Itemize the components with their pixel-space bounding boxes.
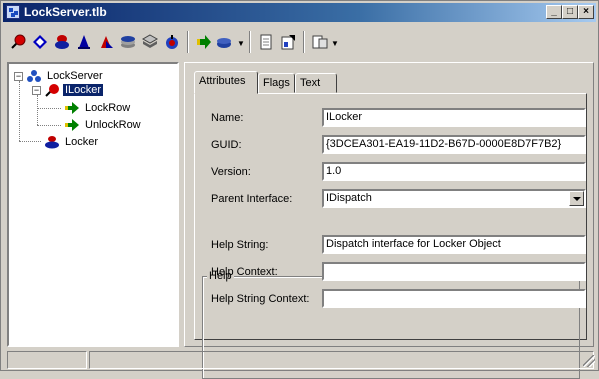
help-string-label: Help String: — [211, 239, 269, 251]
tree-guide — [19, 81, 20, 141]
help-string-context-label: Help String Context: — [211, 293, 310, 305]
view-icon — [312, 35, 328, 49]
tree-guide — [19, 141, 41, 142]
interface-icon — [11, 34, 26, 49]
typelib-icon — [27, 70, 41, 82]
properties-pane: Attributes Flags Text Name: ILocker GUID… — [184, 62, 594, 379]
parent-interface-select[interactable]: IDispatch — [322, 189, 586, 208]
status-pane-1 — [7, 351, 87, 369]
status-pane-2 — [89, 351, 594, 369]
main-window: LockServer.tlb _ □ × ▼ ▼ − LockServer − … — [0, 0, 599, 379]
tree-item-label: Locker — [65, 136, 99, 148]
tab-text[interactable]: Text — [295, 73, 337, 93]
enum-icon — [101, 36, 113, 48]
help-context-field[interactable] — [322, 262, 586, 281]
dispinterface-button[interactable] — [29, 31, 51, 53]
tab-attributes[interactable]: Attributes — [194, 71, 258, 94]
maximize-button[interactable]: □ — [562, 5, 578, 19]
toolbar-separator — [187, 31, 189, 53]
refresh-icon — [260, 34, 272, 50]
title-bar[interactable]: LockServer.tlb _ □ × — [3, 3, 596, 22]
help-string-field[interactable]: Dispatch interface for Locker Object — [322, 235, 586, 254]
window-title: LockServer.tlb — [24, 5, 107, 19]
module-button[interactable] — [73, 31, 95, 53]
coclass-button[interactable] — [51, 31, 73, 53]
method-icon — [65, 102, 79, 114]
version-field[interactable]: 1.0 — [322, 162, 586, 181]
tree-guide — [37, 108, 61, 109]
tree-item-label: LockServer — [47, 70, 103, 82]
property-dropdown-arrow[interactable]: ▼ — [237, 39, 245, 48]
method-button[interactable] — [193, 31, 215, 53]
alias-icon — [166, 35, 178, 49]
module-icon — [78, 35, 90, 49]
guid-label: GUID: — [211, 139, 242, 151]
coclass-icon — [45, 136, 59, 149]
refresh-button[interactable] — [255, 31, 277, 53]
typelib-tree[interactable]: − LockServer − ILocker LockRow UnlockRow… — [7, 62, 179, 347]
tab-flags[interactable]: Flags — [258, 73, 295, 93]
struct-button[interactable] — [117, 31, 139, 53]
help-string-context-field[interactable] — [322, 289, 586, 308]
method-icon — [65, 119, 79, 131]
dispinterface-icon — [33, 35, 47, 49]
close-button[interactable]: × — [578, 5, 594, 19]
tree-item-interface[interactable]: ILocker — [44, 83, 104, 97]
name-field[interactable]: ILocker — [322, 108, 586, 127]
expand-interface-toggle[interactable]: − — [32, 86, 41, 95]
tree-item-root[interactable]: LockServer — [26, 69, 105, 83]
coclass-icon — [55, 35, 69, 49]
property-icon — [217, 38, 231, 48]
view-button[interactable] — [309, 31, 331, 53]
tree-guide — [37, 125, 61, 126]
alias-button[interactable] — [161, 31, 183, 53]
tree-item-label: UnlockRow — [85, 119, 141, 131]
expand-root-toggle[interactable]: − — [14, 72, 23, 81]
tree-guide — [37, 95, 38, 125]
enum-button[interactable] — [95, 31, 117, 53]
tree-item-method[interactable]: LockRow — [64, 101, 132, 115]
parent-interface-value: IDispatch — [326, 192, 372, 204]
property-button[interactable] — [213, 31, 235, 53]
tree-item-label: ILocker — [63, 84, 104, 96]
chevron-down-icon[interactable] — [569, 191, 584, 206]
tree-item-label: LockRow — [85, 102, 131, 114]
version-label: Version: — [211, 166, 251, 178]
toolbar-separator — [249, 31, 251, 53]
struct-icon — [121, 36, 135, 48]
help-context-label: Help Context: — [211, 266, 278, 278]
union-button[interactable] — [139, 31, 161, 53]
view-dropdown-arrow[interactable]: ▼ — [331, 39, 339, 48]
typelib-icon — [6, 5, 20, 19]
tree-item-method[interactable]: UnlockRow — [64, 118, 143, 132]
resize-grip-icon[interactable] — [583, 355, 595, 367]
name-label: Name: — [211, 112, 244, 124]
interface-icon — [45, 84, 59, 97]
register-icon — [281, 35, 295, 50]
tree-item-coclass[interactable]: Locker — [44, 135, 100, 149]
guid-field[interactable]: {3DCEA301-EA19-11D2-B67D-0000E8D7F7B2} — [322, 135, 586, 154]
parent-interface-label: Parent Interface: — [211, 193, 293, 205]
toolbar-separator — [303, 31, 305, 53]
method-icon — [197, 35, 211, 49]
interface-button[interactable] — [7, 31, 29, 53]
toolbar: ▼ ▼ — [3, 25, 596, 59]
union-icon — [141, 34, 159, 48]
register-button[interactable] — [277, 31, 299, 53]
minimize-button[interactable]: _ — [546, 5, 562, 19]
